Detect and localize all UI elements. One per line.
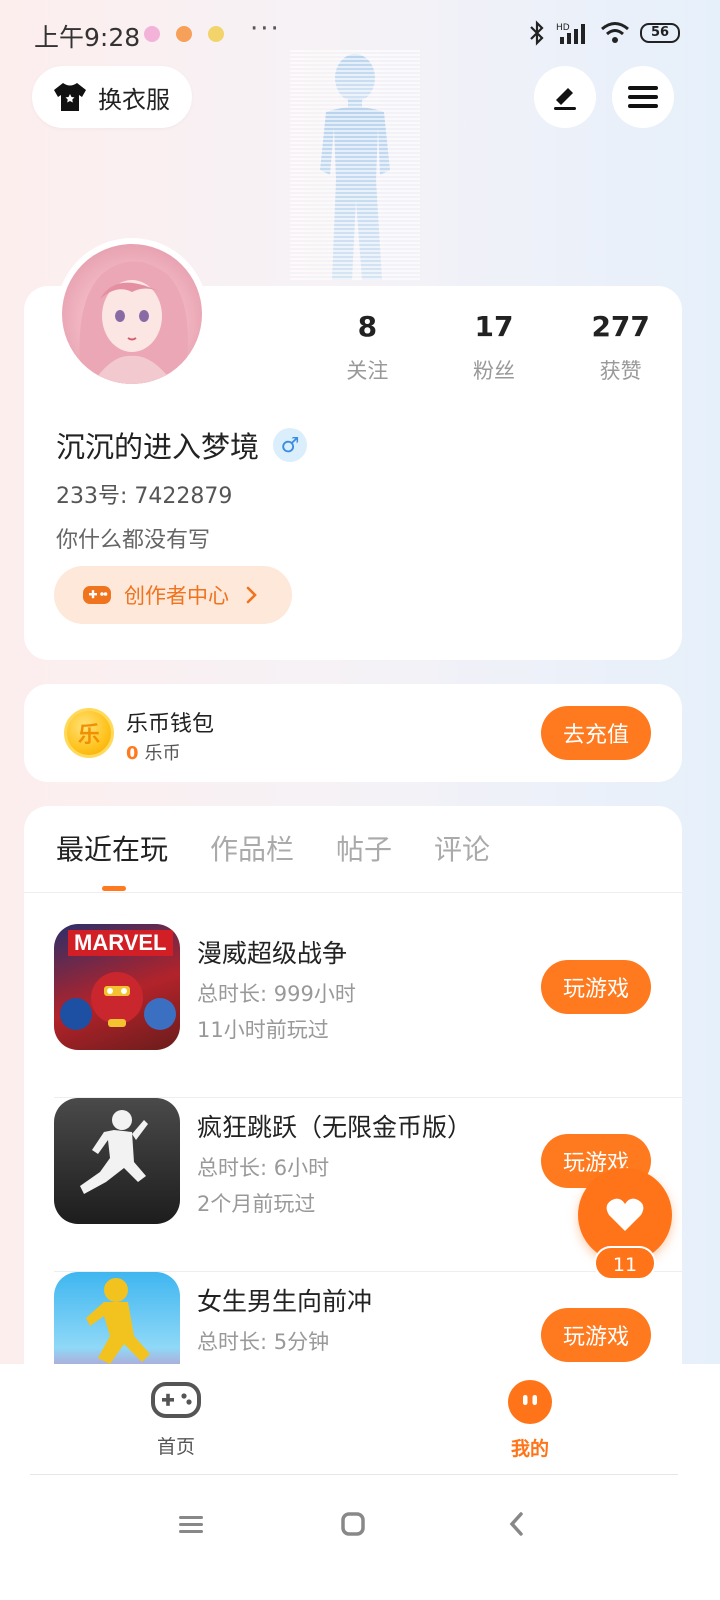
menu-button[interactable] (612, 66, 674, 128)
gamepad-icon (83, 586, 111, 604)
wallet-amount: 0 (126, 743, 139, 764)
tab-divider (24, 892, 682, 893)
game-last-played: 2个月前玩过 (197, 1192, 316, 1216)
username-row: 沉沉的进入梦境 ♂ (56, 424, 308, 466)
heart-icon (606, 1198, 644, 1231)
play-game-button[interactable]: 玩游戏 (541, 1308, 651, 1362)
notification-icon (208, 26, 224, 42)
notification-icon (176, 26, 192, 42)
game-row[interactable]: MARVEL 漫威超级战争 总时长: 999小时 11小时前玩过 玩游戏 (54, 924, 682, 1098)
wifi-icon (601, 22, 629, 43)
following-count: 8 (357, 310, 378, 343)
svg-text:HD: HD (556, 23, 570, 33)
games-card: 最近在玩 作品栏 帖子 评论 MARVEL 漫威超级战争 总时长: 999小时 … (24, 806, 682, 1406)
username: 沉沉的进入梦境 (56, 430, 260, 464)
chevron-right-icon (246, 586, 257, 604)
status-time: 上午9:28 (34, 23, 141, 52)
gamepad-icon (151, 1382, 201, 1418)
game-last-played: 11小时前玩过 (197, 1018, 329, 1042)
following-label: 关注 (346, 359, 389, 383)
tab-posts[interactable]: 帖子 (336, 828, 392, 868)
recharge-button[interactable]: 去充值 (541, 706, 651, 760)
notification-icon (144, 26, 160, 42)
change-outfit-label: 换衣服 (98, 85, 170, 114)
tab-recently-played[interactable]: 最近在玩 (56, 828, 168, 868)
bio: 你什么都没有写 (56, 528, 211, 553)
avatar-image (62, 244, 202, 384)
followers-label: 粉丝 (473, 359, 515, 383)
game-title: 漫威超级战争 (197, 939, 348, 968)
avatar-3d-figure (290, 50, 420, 280)
active-tab-indicator (102, 886, 126, 891)
wallet-card[interactable]: 乐 乐币钱包 0 乐币 去充值 (24, 684, 682, 782)
mine-face-icon (508, 1380, 552, 1424)
like-count-badge: 11 (594, 1246, 656, 1280)
game-title: 疯狂跳跃（无限金币版） (197, 1113, 473, 1142)
battery-indicator: 56 (640, 23, 680, 43)
edit-icon (554, 88, 576, 110)
user-id: 233号: 7422879 (56, 484, 233, 509)
nav-home[interactable]: 首页 (116, 1380, 236, 1459)
nav-mine-label: 我的 (510, 1438, 549, 1460)
recent-apps-icon (179, 1516, 203, 1533)
game-duration: 总时长: 5分钟 (197, 1330, 330, 1354)
edit-button[interactable] (534, 66, 596, 128)
signal-icon: HD (556, 23, 585, 44)
more-notifications-icon: ··· (250, 14, 281, 44)
game-icon-logo: MARVEL (68, 930, 173, 956)
game-duration: 总时长: 999小时 (197, 982, 356, 1006)
bottom-nav: 首页 我的 (0, 1364, 720, 1600)
followers-count: 17 (474, 310, 514, 343)
nav-mine[interactable]: 我的 (470, 1380, 590, 1461)
change-outfit-button[interactable]: 换衣服 (32, 66, 192, 128)
likes-label: 获赞 (599, 359, 642, 383)
wallet-unit: 乐币 (144, 743, 181, 764)
followers-stat[interactable]: 17 粉丝 (431, 310, 558, 385)
bluetooth-icon (530, 20, 544, 46)
wallet-balance: 0 乐币 (126, 739, 181, 765)
status-indicators: HD 56 (528, 20, 680, 46)
avatar[interactable] (56, 238, 208, 390)
tab-works[interactable]: 作品栏 (210, 828, 294, 868)
creator-center-label: 创作者中心 (124, 584, 229, 608)
home-icon (341, 1512, 365, 1536)
tab-comments[interactable]: 评论 (434, 828, 490, 868)
game-icon-marvel: MARVEL (54, 924, 180, 1050)
male-gender-icon: ♂ (273, 428, 308, 462)
profile-tabs: 最近在玩 作品栏 帖子 评论 (56, 828, 490, 868)
game-icon-crazy-jump (54, 1098, 180, 1224)
coin-icon: 乐 (64, 708, 114, 758)
game-duration: 总时长: 6小时 (197, 1156, 330, 1180)
system-menu-button[interactable] (171, 1504, 211, 1544)
wallet-title: 乐币钱包 (126, 712, 215, 737)
creator-center-button[interactable]: 创作者中心 (54, 566, 292, 624)
game-title: 女生男生向前冲 (197, 1287, 373, 1316)
following-stat[interactable]: 8 关注 (304, 310, 431, 385)
nav-home-label: 首页 (156, 1436, 195, 1458)
nav-divider (30, 1474, 678, 1475)
menu-icon (628, 86, 658, 108)
profile-stats: 8 关注 17 粉丝 277 获赞 (304, 310, 684, 385)
likes-count: 277 (591, 310, 650, 343)
likes-stat[interactable]: 277 获赞 (557, 310, 684, 385)
system-back-button[interactable] (496, 1504, 536, 1544)
system-home-button[interactable] (333, 1504, 373, 1544)
shirt-icon (54, 83, 86, 111)
back-icon (509, 1512, 523, 1536)
play-game-button[interactable]: 玩游戏 (541, 960, 651, 1014)
